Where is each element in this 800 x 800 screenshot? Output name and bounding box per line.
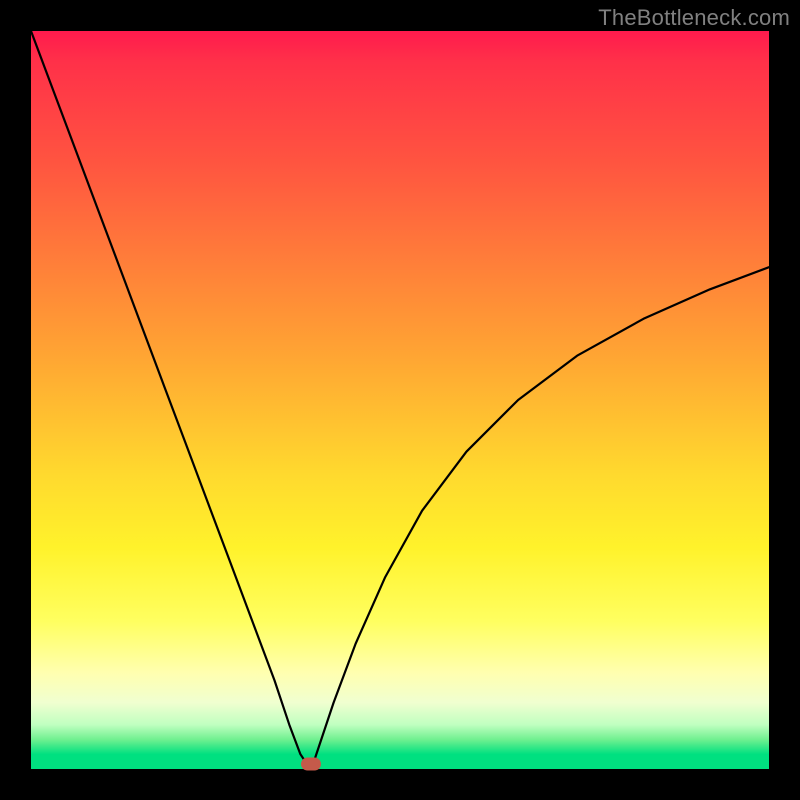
minimum-marker — [301, 757, 321, 770]
watermark-text: TheBottleneck.com — [598, 5, 790, 31]
chart-plot-area — [31, 31, 769, 769]
bottleneck-curve — [31, 31, 769, 769]
